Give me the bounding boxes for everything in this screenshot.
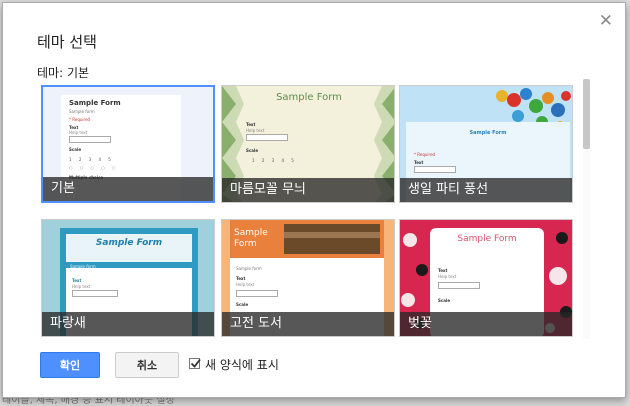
preview-text-box (236, 290, 278, 297)
preview-title: Sample Form (457, 234, 517, 244)
theme-caption: 기본 (43, 177, 213, 201)
books-image-stripe (284, 232, 380, 238)
theme-caption: 파랑새 (42, 312, 214, 336)
ok-button[interactable]: 확인 (40, 352, 100, 378)
preview-help-text: Help text (72, 284, 91, 289)
theme-caption: 생일 파티 풍선 (400, 178, 572, 202)
theme-caption: 마름모꼴 무늬 (222, 178, 394, 202)
preview-scale-dots: 1 2 3 4 5 (69, 157, 114, 162)
preview-scale-label: Scale (69, 147, 82, 152)
preview-scale-label: Scale (246, 148, 259, 153)
preview-sample-form-small: Sample form (236, 266, 262, 271)
preview-required: * Required (69, 117, 91, 122)
preview-scale-label: Scale (438, 298, 451, 303)
books-image (284, 224, 380, 254)
dialog-title: 테마 선택 (37, 33, 97, 51)
preview-text-box (69, 136, 111, 143)
preview-text-label: Text (72, 278, 82, 283)
preview-text-label: Text (246, 122, 256, 127)
preview-scale-label: Scale (236, 302, 249, 307)
theme-dialog: ✕ 테마 선택 테마: 기본 Sample Form Sample form *… (2, 2, 626, 398)
preview-text-box (438, 282, 480, 289)
preview-radio-row: ○ ○ ○ ○ ○ (69, 165, 119, 170)
close-icon[interactable]: ✕ (599, 13, 613, 30)
theme-caption: 벚꽃 (400, 312, 572, 336)
preview-text-box (414, 166, 456, 173)
preview-help-text: Help text (69, 130, 88, 135)
theme-caption: 고전 도서 (222, 312, 394, 336)
preview-text-label: Text (414, 160, 424, 165)
preview-title: Sample Form (234, 228, 268, 249)
theme-tile-books[interactable]: Sample Form Sample form Text Help text S… (221, 219, 395, 337)
preview-help-text: Help text (236, 282, 255, 287)
theme-grid: Sample Form Sample form * Required Text … (39, 83, 577, 339)
preview-help-text: Help text (438, 274, 457, 279)
theme-tile-diamond[interactable]: Sample Form Text Help text Scale 1 2 3 4… (221, 85, 395, 203)
show-in-new-forms-checkbox[interactable] (189, 358, 201, 369)
preview-text-label: Text (438, 268, 448, 273)
show-in-new-forms-label: 새 양식에 표시 (205, 358, 279, 372)
theme-tile-balloons[interactable]: Sample Form * Required Text 생일 파티 풍선 (399, 85, 573, 203)
theme-tile-cherry-blossom[interactable]: Sample Form Text Help text Scale 벚꽃 (399, 219, 573, 337)
preview-scale-dots: 1 2 3 4 5 (252, 158, 297, 163)
preview-sample-form-small: Sample form (69, 109, 95, 114)
checkmark-icon (190, 358, 201, 368)
cancel-button[interactable]: 취소 (115, 352, 179, 378)
preview-title: Sample Form (69, 99, 121, 107)
preview-required: * Required (414, 152, 436, 157)
theme-grid-scrollbar[interactable] (583, 79, 590, 339)
preview-text-box (246, 134, 288, 141)
preview-text-box (72, 290, 118, 297)
preview-title: Sample Form (469, 130, 507, 136)
current-theme-label: 테마: 기본 (37, 66, 90, 80)
preview-sample-form-small: Sample form (70, 264, 96, 269)
theme-tile-bluebird[interactable]: Sample Form Sample form Text Help text 파… (41, 219, 215, 337)
scrollbar-thumb[interactable] (583, 79, 590, 149)
theme-tile-default[interactable]: Sample Form Sample form * Required Text … (41, 85, 215, 203)
preview-text-label: Text (236, 276, 246, 281)
preview-title: Sample Form (276, 92, 342, 103)
preview-help-text: Help text (246, 128, 265, 133)
preview-title: Sample Form (95, 238, 163, 248)
